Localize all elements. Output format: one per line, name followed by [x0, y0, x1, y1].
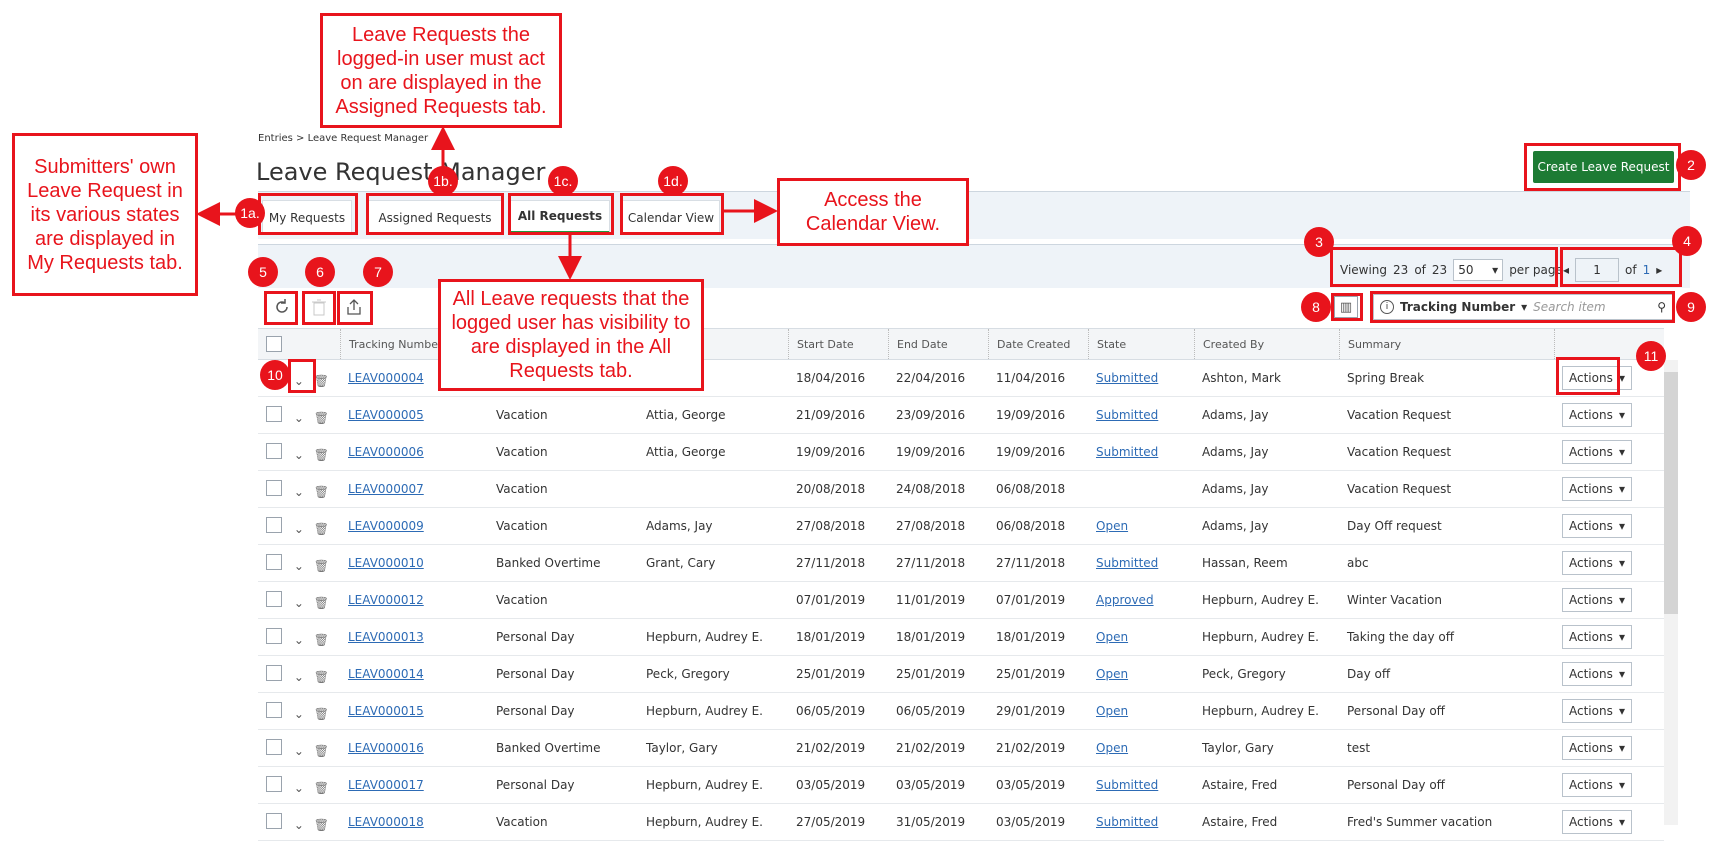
annotation-badge-3: 3: [1304, 227, 1334, 257]
annotation-badge-1c: 1c.: [548, 166, 578, 196]
annotation-badge-6: 6: [305, 257, 335, 287]
annotation-arrows: [196, 126, 778, 280]
annotation-badge-1a: 1a.: [235, 198, 265, 228]
annotation-badge-2: 2: [1676, 150, 1706, 180]
annotation-badge-5: 5: [248, 257, 278, 287]
annotation-badge-9: 9: [1676, 292, 1706, 322]
annotation-badge-7: 7: [363, 257, 393, 287]
annotation-badge-4: 4: [1672, 226, 1702, 256]
annotation-badge-8: 8: [1301, 292, 1331, 322]
annotation-badge-1d: 1d.: [658, 166, 688, 196]
annotation-badge-1b: 1b.: [428, 166, 458, 196]
annotation-badge-10: 10: [260, 360, 290, 390]
annotation-badge-11: 11: [1636, 341, 1666, 371]
